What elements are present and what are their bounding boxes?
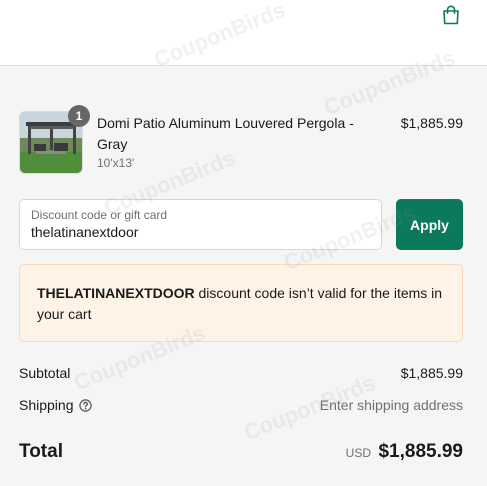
- total-row: Total USD $1,885.99: [19, 440, 463, 466]
- help-circle-icon[interactable]: [79, 399, 92, 412]
- shipping-label: Shipping: [19, 397, 74, 413]
- subtotal-value: $1,885.99: [400, 365, 463, 381]
- shipping-row: Shipping Enter shipping address: [19, 397, 463, 417]
- subtotal-row: Subtotal $1,885.99: [19, 365, 463, 385]
- subtotal-label: Subtotal: [19, 365, 71, 381]
- total-value: $1,885.99: [378, 441, 463, 462]
- error-discount-code: THELATINANEXTDOOR: [37, 285, 195, 301]
- total-label: Total: [19, 441, 63, 462]
- shipping-value: Enter shipping address: [319, 397, 463, 413]
- discount-code-input[interactable]: [31, 223, 361, 241]
- discount-field-label: Discount code or gift card: [31, 208, 168, 222]
- cart-line-item: 1 Domi Patio Aluminum Louvered Pergola -…: [19, 105, 463, 176]
- header: [0, 0, 487, 66]
- product-variant: 10'x13': [97, 156, 135, 170]
- product-thumbnail-wrapper: 1: [19, 105, 90, 174]
- discount-error-message: THELATINANEXTDOOR discount code isn’t va…: [19, 264, 463, 342]
- total-currency: USD: [345, 446, 371, 460]
- shopping-bag-icon[interactable]: [440, 4, 462, 26]
- discount-code-field[interactable]: Discount code or gift card: [19, 199, 382, 250]
- product-name: Domi Patio Aluminum Louvered Pergola - G…: [97, 115, 354, 152]
- apply-discount-button[interactable]: Apply: [396, 199, 463, 250]
- product-price: $1,885.99: [400, 115, 463, 131]
- quantity-badge: 1: [68, 105, 90, 127]
